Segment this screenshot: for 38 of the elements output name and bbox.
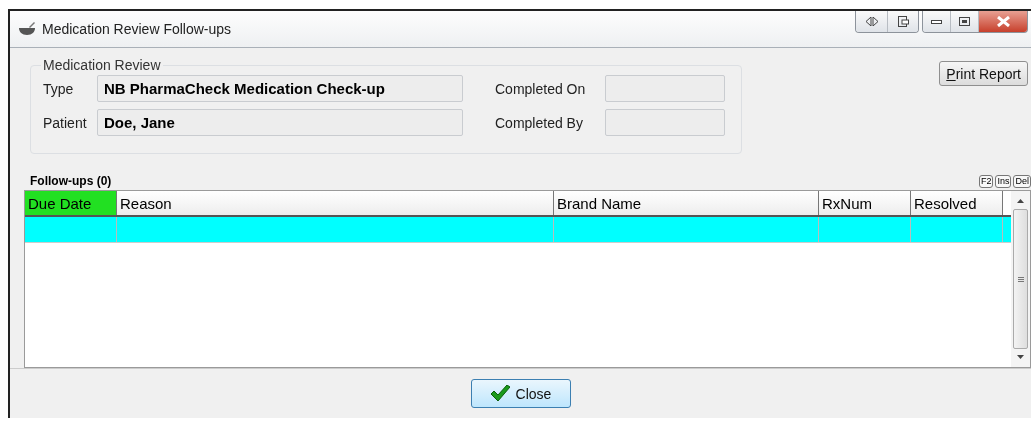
- scroll-up-icon: [1017, 199, 1024, 203]
- column-header[interactable]: Resolved: [911, 191, 1003, 215]
- readonly-field[interactable]: NB PharmaCheck Medication Check-up: [97, 75, 463, 102]
- field-label: Type: [43, 80, 75, 97]
- field-label: Completed On: [495, 80, 587, 97]
- readonly-field[interactable]: [605, 109, 725, 136]
- snap-button[interactable]: [856, 11, 888, 32]
- minimize-icon: [931, 19, 942, 24]
- field-label: Completed By: [495, 114, 584, 131]
- check-icon: [489, 385, 510, 402]
- shortcut-key: Ins: [995, 175, 1012, 188]
- readonly-field[interactable]: [605, 75, 725, 102]
- close-button[interactable]: Close: [470, 379, 571, 408]
- shortcut-key: F2: [978, 175, 994, 188]
- window-title: Medication Review Follow-ups: [42, 21, 233, 37]
- close-icon: [996, 16, 1010, 27]
- grip-icon: [1017, 276, 1024, 282]
- mortar-icon: [18, 22, 36, 36]
- detach-button[interactable]: [888, 11, 918, 32]
- maximize-icon: [959, 17, 970, 26]
- readonly-field[interactable]: Doe, Jane: [97, 109, 463, 136]
- group-legend: Medication Review: [41, 57, 163, 73]
- minimize-button[interactable]: [923, 11, 951, 32]
- column-header[interactable]: RxNum: [819, 191, 911, 215]
- column-header[interactable]: Brand Name: [554, 191, 819, 215]
- print-report-button[interactable]: Print Report: [939, 61, 1028, 86]
- column-header[interactable]: Due Date: [25, 191, 117, 215]
- window-icon: [897, 16, 909, 27]
- maximize-button[interactable]: [951, 11, 979, 32]
- column-header[interactable]: Reason: [117, 191, 554, 215]
- field-label: Patient: [43, 114, 88, 131]
- scrollbar[interactable]: [1011, 191, 1030, 367]
- scroll-down-icon: [1017, 355, 1024, 359]
- section-title: Follow-ups (0): [30, 174, 113, 188]
- arrows-icon: [865, 17, 878, 26]
- scroll-thumb[interactable]: [1013, 209, 1028, 349]
- shortcut-key: Del: [1013, 175, 1031, 188]
- close-window-button[interactable]: [979, 11, 1027, 32]
